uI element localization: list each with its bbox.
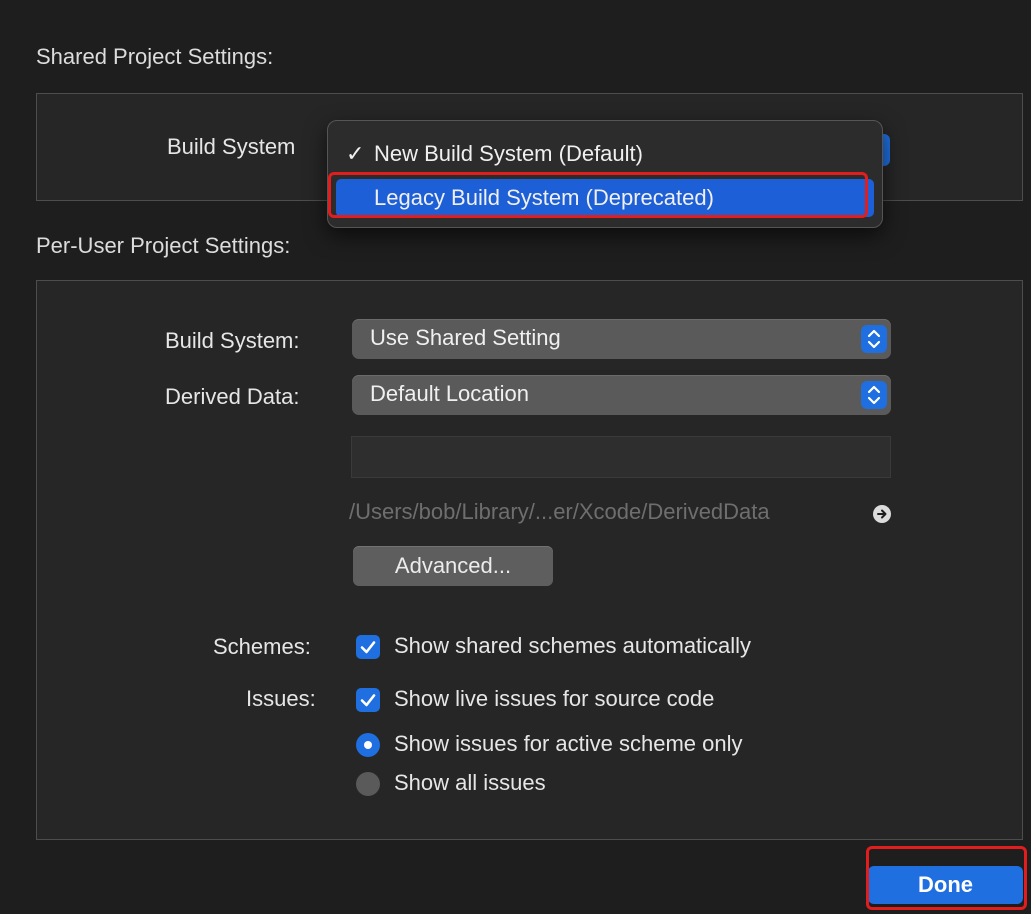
shared-build-system-label: Build System (167, 134, 296, 159)
issues-live-checkbox-row[interactable]: Show live issues for source code (356, 686, 856, 716)
arrow-right-circle-icon[interactable] (873, 505, 891, 523)
derived-data-value: Default Location (370, 381, 529, 406)
build-system-menu: ✓ New Build System (Default) Legacy Buil… (327, 120, 883, 228)
issues-all-label: Show all issues (394, 770, 546, 795)
menu-item-legacy-build-system[interactable]: Legacy Build System (Deprecated) (336, 179, 874, 217)
issues-label: Issues: (246, 686, 316, 711)
menu-item-new-build-system[interactable]: ✓ New Build System (Default) (336, 135, 874, 173)
derived-data-popup[interactable]: Default Location (352, 375, 891, 415)
schemes-label: Schemes: (213, 634, 311, 659)
project-settings-sheet: Shared Project Settings: Build System Pe… (0, 0, 1031, 914)
chevron-up-down-icon (861, 325, 887, 353)
per-user-build-system-label: Build System: (165, 328, 300, 353)
shared-settings-title: Shared Project Settings: (36, 44, 274, 69)
derived-data-custom-path-field[interactable] (351, 436, 891, 478)
radio-unselected-icon[interactable] (356, 772, 380, 796)
per-user-build-system-popup[interactable]: Use Shared Setting (352, 319, 891, 359)
schemes-checkbox-row[interactable]: Show shared schemes automatically (356, 633, 856, 663)
menu-item-label: New Build System (Default) (374, 141, 643, 166)
derived-data-label: Derived Data: (165, 384, 300, 409)
issues-active-scheme-label: Show issues for active scheme only (394, 731, 743, 756)
per-user-settings-title: Per-User Project Settings: (36, 233, 291, 258)
checkmark-icon[interactable] (356, 688, 380, 712)
radio-selected-icon[interactable] (356, 733, 380, 757)
checkmark-icon: ✓ (346, 141, 365, 166)
chevron-up-down-icon (861, 381, 887, 409)
advanced-button[interactable]: Advanced... (353, 546, 553, 586)
issues-active-scheme-radio-row[interactable]: Show issues for active scheme only (356, 731, 856, 761)
done-button[interactable]: Done (868, 866, 1023, 904)
schemes-option-label: Show shared schemes automatically (394, 633, 752, 658)
issues-live-label: Show live issues for source code (394, 686, 715, 711)
issues-all-radio-row[interactable]: Show all issues (356, 770, 856, 800)
checkmark-icon[interactable] (356, 635, 380, 659)
menu-item-label: Legacy Build System (Deprecated) (374, 185, 714, 210)
per-user-build-system-value: Use Shared Setting (370, 325, 561, 350)
derived-data-path: /Users/bob/Library/...er/Xcode/DerivedDa… (349, 499, 770, 524)
